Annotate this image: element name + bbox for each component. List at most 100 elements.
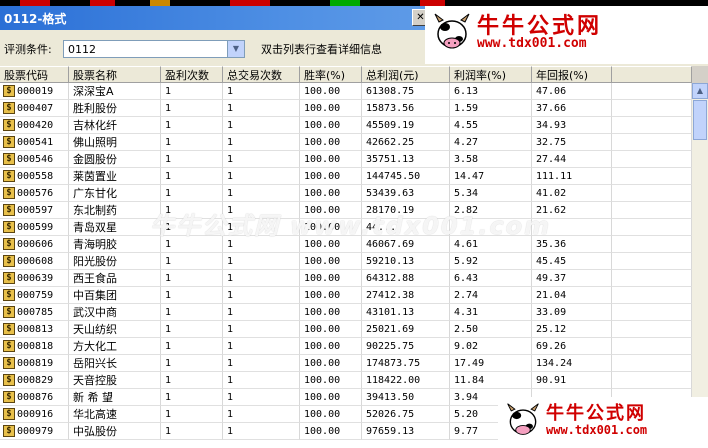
dollar-icon: $ [3, 153, 15, 165]
cell-name: 岳阳兴长 [69, 355, 161, 372]
scroll-up-button[interactable]: ▲ [692, 83, 708, 99]
cell-win-rate: 100.00 [300, 168, 362, 185]
dollar-icon: $ [3, 391, 15, 403]
cell-trades: 1 [223, 355, 300, 372]
cell-name: 天音控股 [69, 372, 161, 389]
cell-wins: 1 [161, 219, 223, 236]
cell-name: 青岛双星 [69, 219, 161, 236]
table-row[interactable]: $000785 武汉中商 1 1 100.00 43101.13 4.31 33.09 [0, 304, 692, 321]
cell-wins: 1 [161, 151, 223, 168]
window-title: 0112-格式 [4, 12, 67, 26]
cell-win-rate: 100.00 [300, 117, 362, 134]
table-row[interactable]: $000813 天山纺织 1 1 100.00 25021.69 2.50 25.12 [0, 321, 692, 338]
table-row[interactable]: $000829 天音控股 1 1 100.00 118422.00 11.84 90.91 [0, 372, 692, 389]
cell-trades: 1 [223, 236, 300, 253]
cell-filler [612, 168, 692, 185]
cell-wins: 1 [161, 185, 223, 202]
filter-label: 评测条件: [4, 43, 52, 56]
cell-annual: 37.66 [532, 100, 612, 117]
scroll-thumb[interactable] [693, 100, 707, 140]
cell-filler [612, 287, 692, 304]
dollar-icon: $ [3, 408, 15, 420]
stock-code: 000979 [17, 426, 54, 437]
column-header-profit[interactable]: 总利润(元) [362, 66, 450, 83]
vertical-scrollbar[interactable]: ▲ [692, 83, 708, 448]
cell-margin: 1.59 [450, 100, 532, 117]
column-header-wins[interactable]: 盈利次数 [161, 66, 223, 83]
cell-annual: 32.75 [532, 134, 612, 151]
cell-trades: 1 [223, 304, 300, 321]
cell-margin: 5.34 [450, 185, 532, 202]
dollar-icon: $ [3, 102, 15, 114]
cell-profit: 39413.50 [362, 389, 450, 406]
cell-code: $000818 [0, 338, 69, 355]
table-row[interactable]: $000608 阳光股份 1 1 100.00 59210.13 5.92 45.45 [0, 253, 692, 270]
cell-profit: 174873.75 [362, 355, 450, 372]
cell-code: $000546 [0, 151, 69, 168]
logo-url-text: www.tdx001.com [477, 36, 587, 51]
stock-code: 000606 [17, 239, 54, 250]
cell-wins: 1 [161, 304, 223, 321]
dollar-icon: $ [3, 238, 15, 250]
cell-win-rate: 100.00 [300, 304, 362, 321]
table-row[interactable]: $000558 莱茵置业 1 1 100.00 144745.50 14.47 111.11 [0, 168, 692, 185]
column-header-margin[interactable]: 利润率(%) [450, 66, 532, 83]
column-header-trades[interactable]: 总交易次数 [223, 66, 300, 83]
chevron-down-icon[interactable]: ▼ [227, 41, 244, 57]
cell-wins: 1 [161, 406, 223, 423]
cell-code: $000407 [0, 100, 69, 117]
cell-trades: 1 [223, 406, 300, 423]
stock-code: 000546 [17, 154, 54, 165]
cell-code: $000759 [0, 287, 69, 304]
table-row[interactable]: $000541 佛山照明 1 1 100.00 42662.25 4.27 32.75 [0, 134, 692, 151]
cell-code: $000576 [0, 185, 69, 202]
table-row[interactable]: $000819 岳阳兴长 1 1 100.00 174873.75 17.49 134.24 [0, 355, 692, 372]
cell-annual: 134.24 [532, 355, 612, 372]
cell-name: 中百集团 [69, 287, 161, 304]
cell-wins: 1 [161, 372, 223, 389]
cell-trades: 1 [223, 134, 300, 151]
cell-code: $000916 [0, 406, 69, 423]
cell-name: 深深宝A [69, 83, 161, 100]
cell-margin: 14.47 [450, 168, 532, 185]
cell-filler [612, 304, 692, 321]
cell-profit: 27412.38 [362, 287, 450, 304]
cell-name: 天山纺织 [69, 321, 161, 338]
table-row[interactable]: $000597 东北制药 1 1 100.00 28170.19 2.82 21.62 [0, 202, 692, 219]
stock-code: 000829 [17, 375, 54, 386]
table-row[interactable]: $000407 胜利股份 1 1 100.00 15873.56 1.59 37.66 [0, 100, 692, 117]
cell-name: 方大化工 [69, 338, 161, 355]
table-row[interactable]: $000759 中百集团 1 1 100.00 27412.38 2.74 21.04 [0, 287, 692, 304]
cell-win-rate: 100.00 [300, 270, 362, 287]
brand-logo-top: 牛牛公式网 www.tdx001.com [425, 6, 708, 64]
stock-code: 000819 [17, 358, 54, 369]
table-row[interactable]: $000818 方大化工 1 1 100.00 90225.75 9.02 69.26 [0, 338, 692, 355]
table-row[interactable]: $000606 青海明胶 1 1 100.00 46067.69 4.61 35.36 [0, 236, 692, 253]
cell-wins: 1 [161, 287, 223, 304]
table-row[interactable]: $000576 广东甘化 1 1 100.00 53439.63 5.34 41.02 [0, 185, 692, 202]
column-header-code[interactable]: 股票代码 [0, 66, 69, 83]
column-header-win-rate[interactable]: 胜率(%) [300, 66, 362, 83]
table-row[interactable]: $000420 吉林化纤 1 1 100.00 45509.19 4.55 34.93 [0, 117, 692, 134]
stock-code: 000576 [17, 188, 54, 199]
column-header-name[interactable]: 股票名称 [69, 66, 161, 83]
cell-profit: 90225.75 [362, 338, 450, 355]
cell-annual: 41.02 [532, 185, 612, 202]
filter-select[interactable]: 0112 ▼ [63, 40, 245, 58]
cell-annual: 25.12 [532, 321, 612, 338]
column-header-annual[interactable]: 年回报(%) [532, 66, 612, 83]
cell-code: $000606 [0, 236, 69, 253]
table-row[interactable]: $000019 深深宝A 1 1 100.00 61308.75 6.13 47.06 [0, 83, 692, 100]
table-row[interactable]: $000546 金圆股份 1 1 100.00 35751.13 3.58 27.44 [0, 151, 692, 168]
cell-margin: 2.74 [450, 287, 532, 304]
cell-margin: 9.02 [450, 338, 532, 355]
cell-filler [612, 185, 692, 202]
logo-brand-text: 牛牛公式网 [546, 403, 646, 424]
dollar-icon: $ [3, 221, 15, 233]
table-row[interactable]: $000599 青岛双星 1 1 100.00 44... [0, 219, 692, 236]
stock-code: 000813 [17, 324, 54, 335]
dollar-icon: $ [3, 255, 15, 267]
table-row[interactable]: $000639 西王食品 1 1 100.00 64312.88 6.43 49.37 [0, 270, 692, 287]
stock-code: 000876 [17, 392, 54, 403]
cell-annual: 49.37 [532, 270, 612, 287]
